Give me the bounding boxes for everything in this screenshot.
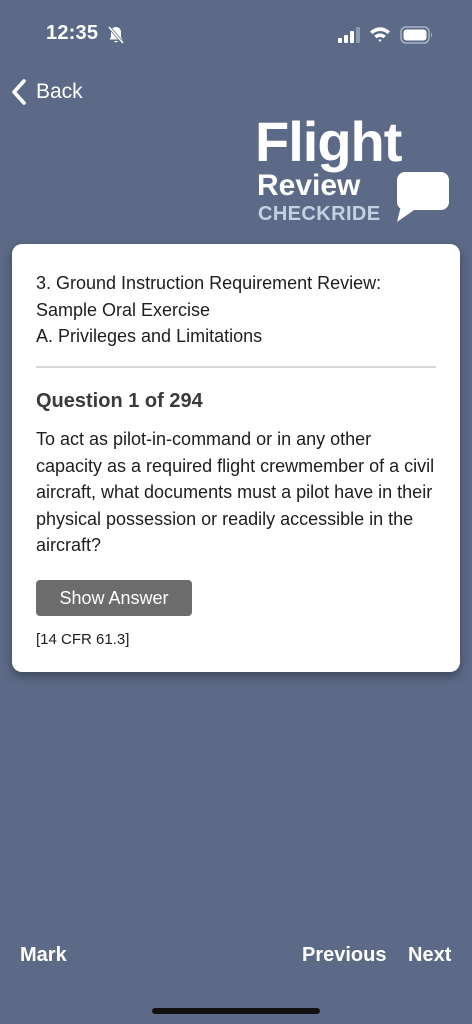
previous-button[interactable]: Previous <box>302 944 386 967</box>
status-time: 12:35 <box>46 22 99 44</box>
bell-slash-icon <box>107 26 125 44</box>
question-card: 3. Ground Instruction Requirement Review… <box>12 244 460 672</box>
battery-icon <box>400 26 433 44</box>
screen: 12:35 Back Flight Review CHECKRIDE 3. Gr… <box>0 0 472 1024</box>
question-text: To act as pilot-in-command or in any oth… <box>36 429 435 555</box>
logo-subtitle: Review <box>257 169 361 202</box>
home-indicator <box>152 1008 320 1014</box>
show-answer-button[interactable]: Show Answer <box>36 580 192 616</box>
logo-title: Flight <box>255 110 402 173</box>
mark-button[interactable]: Mark <box>20 944 67 967</box>
wifi-icon <box>370 27 390 42</box>
section-heading-line: 3. Ground Instruction Requirement Review… <box>36 273 382 293</box>
chevron-left-icon <box>12 79 26 105</box>
signal-bars-icon <box>338 27 360 43</box>
speech-bubble-icon <box>397 172 449 222</box>
question-counter: Question 1 of 294 <box>36 390 203 412</box>
logo-tagline: CHECKRIDE <box>258 203 381 225</box>
next-button[interactable]: Next <box>408 944 451 967</box>
app-logo: Flight Review CHECKRIDE <box>255 112 455 227</box>
divider <box>36 366 436 368</box>
back-button[interactable]: Back <box>10 76 83 108</box>
section-heading: 3. Ground Instruction Requirement Review… <box>36 270 436 350</box>
back-label: Back <box>36 80 83 103</box>
regulation-reference: [14 CFR 61.3] <box>36 631 130 648</box>
section-heading-line: A. Privileges and Limitations <box>36 326 263 346</box>
section-heading-line: Sample Oral Exercise <box>36 299 211 320</box>
